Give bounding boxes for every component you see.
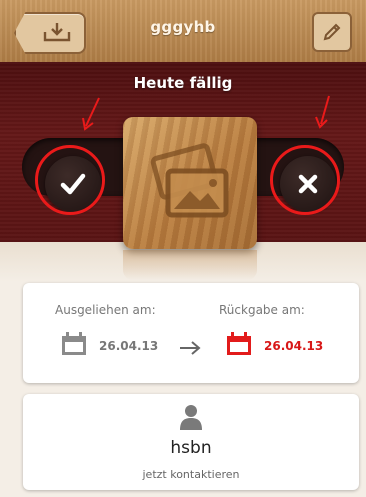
top-bar: gggyhb — [0, 0, 366, 63]
calendar-icon — [62, 332, 86, 355]
highlight-ring-reject — [270, 145, 340, 215]
highlight-ring-confirm — [35, 145, 105, 215]
lent-label: Ausgeliehen am: — [55, 303, 156, 317]
arrow-right-icon — [180, 341, 201, 355]
loan-dates-card: Ausgeliehen am: Rückgabe am: 26.04.13 26… — [23, 283, 359, 383]
pencil-icon — [323, 23, 341, 41]
contact-card[interactable]: hsbn jetzt kontaktieren — [23, 394, 359, 490]
due-status-label: Heute fällig — [133, 74, 233, 92]
lent-date[interactable]: 26.04.13 — [99, 339, 158, 353]
picture-icon — [150, 143, 229, 218]
arrow-annotation-right — [315, 95, 330, 129]
person-icon — [180, 405, 202, 430]
calendar-icon — [227, 332, 251, 355]
photo-reflection — [123, 250, 257, 280]
return-label: Rückgabe am: — [219, 303, 305, 317]
arrow-annotation-left — [82, 97, 100, 131]
item-photo-placeholder[interactable] — [123, 117, 257, 249]
edit-button[interactable] — [312, 12, 352, 52]
return-date[interactable]: 26.04.13 — [264, 339, 323, 353]
contact-name: hsbn — [170, 438, 212, 458]
contact-now-link[interactable]: jetzt kontaktieren — [23, 468, 359, 481]
